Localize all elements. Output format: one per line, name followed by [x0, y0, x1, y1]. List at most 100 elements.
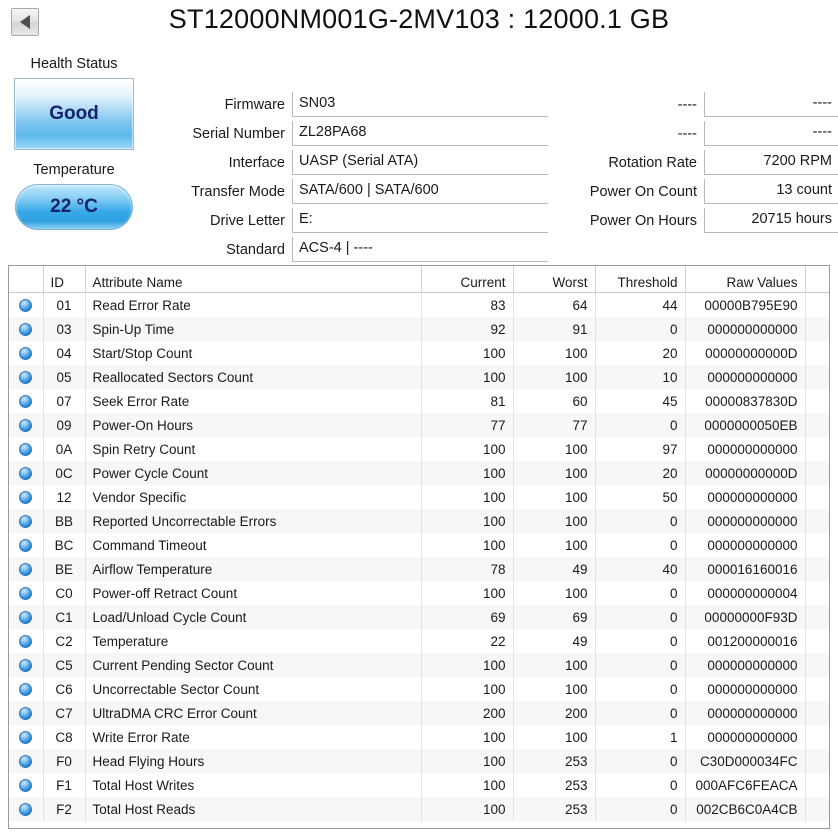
field-label-serial-number: Serial Number	[192, 126, 285, 142]
cell-id: F2	[43, 797, 86, 821]
blue-sphere-icon	[19, 635, 33, 649]
cell-id: C0	[43, 581, 86, 605]
cell-threshold: 0	[595, 629, 686, 653]
table-row[interactable]: C0 Power-off Retract Count 100 100 0 00000000…	[9, 581, 829, 605]
cell-current: 100	[421, 509, 514, 533]
cell-id: 05	[43, 365, 86, 389]
field-value-interface: UASP (Serial ATA)	[292, 150, 548, 175]
field-label-transfer-mode: Transfer Mode	[191, 184, 285, 200]
field-value-empty-2: ----	[704, 121, 838, 146]
health-status-value: Good	[49, 103, 99, 124]
cell-spacer	[805, 629, 829, 653]
info-row: Standard ACS-4 | ----	[148, 233, 548, 262]
table-row[interactable]: 12 Vendor Specific 100 100 50 000000000000	[9, 485, 829, 509]
table-row[interactable]: C8 Write Error Rate 100 100 1 000000000000	[9, 725, 829, 749]
field-value-transfer-mode: SATA/600 | SATA/600	[292, 179, 548, 204]
temperature-badge[interactable]: 22 °C	[15, 184, 133, 230]
cell-threshold: 0	[595, 317, 686, 341]
cell-threshold: 50	[595, 485, 686, 509]
table-row[interactable]: BC Command Timeout 100 100 0 000000000000	[9, 533, 829, 557]
cell-attribute-name: Reallocated Sectors Count	[85, 365, 422, 389]
cell-spacer	[805, 581, 829, 605]
table-row[interactable]: F0 Head Flying Hours 100 253 0 C30D000034FC	[9, 749, 829, 773]
column-header-attribute-name[interactable]: Attribute Name	[85, 266, 422, 293]
column-header-worst[interactable]: Worst	[513, 266, 596, 293]
blue-sphere-icon	[19, 683, 33, 697]
table-row[interactable]: C2 Temperature 22 49 0 001200000016	[9, 629, 829, 653]
column-header-id[interactable]: ID	[43, 266, 86, 293]
table-row[interactable]: 03 Spin-Up Time 92 91 0 000000000000	[9, 317, 829, 341]
cell-current: 100	[421, 437, 514, 461]
cell-worst: 64	[513, 292, 596, 317]
blue-sphere-icon	[19, 371, 33, 385]
table-row[interactable]: 04 Start/Stop Count 100 100 20 00000000000D	[9, 341, 829, 365]
smart-attributes-panel[interactable]: ID Attribute Name Current Worst Threshol…	[8, 265, 830, 829]
table-row[interactable]: C6 Uncorrectable Sector Count 100 100 0 00000…	[9, 677, 829, 701]
column-header-status[interactable]	[9, 266, 44, 293]
cell-threshold: 0	[595, 677, 686, 701]
field-label-firmware: Firmware	[224, 97, 285, 113]
cell-worst: 253	[513, 797, 596, 821]
cell-worst: 100	[513, 461, 596, 485]
table-row[interactable]: 09 Power-On Hours 77 77 0 0000000050EB	[9, 413, 829, 437]
table-row[interactable]: BB Reported Uncorrectable Errors 100 100 0 00…	[9, 509, 829, 533]
cell-threshold: 40	[595, 557, 686, 581]
cell-threshold: 44	[595, 292, 686, 317]
cell-spacer	[805, 605, 829, 629]
cell-attribute-name: Reported Uncorrectable Errors	[85, 509, 422, 533]
cell-raw-value: 000000000004	[685, 581, 806, 605]
field-value-firmware: SN03	[292, 92, 548, 117]
cell-current: 81	[421, 389, 514, 413]
cell-worst: 91	[513, 317, 596, 341]
table-row[interactable]: 0C Power Cycle Count 100 100 20 00000000000D	[9, 461, 829, 485]
cell-current: 69	[421, 605, 514, 629]
table-row[interactable]: F2 Total Host Reads 100 253 0 002CB6C0A4CB	[9, 797, 829, 821]
blue-sphere-icon	[19, 779, 33, 793]
blue-sphere-icon	[19, 299, 33, 313]
field-label-empty-2: ----	[677, 126, 697, 142]
cell-raw-value: 00000000000D	[685, 341, 806, 365]
cell-spacer	[805, 533, 829, 557]
table-row[interactable]: 0A Spin Retry Count 100 100 97 000000000000	[9, 437, 829, 461]
cell-raw-value: 002CB6C0A4CB	[685, 797, 806, 821]
table-row[interactable]: F1 Total Host Writes 100 253 0 000AFC6FEACA	[9, 773, 829, 797]
row-status-cell	[9, 317, 44, 341]
cell-worst: 253	[513, 749, 596, 773]
cell-worst: 100	[513, 725, 596, 749]
info-row: Firmware SN03	[148, 88, 548, 117]
column-header-spacer	[805, 266, 829, 293]
column-header-raw-values[interactable]: Raw Values	[685, 266, 806, 293]
cell-id: BC	[43, 533, 86, 557]
row-status-cell	[9, 629, 44, 653]
info-row: Power On Count 13 count	[556, 175, 838, 204]
cell-threshold: 10	[595, 365, 686, 389]
column-header-current[interactable]: Current	[421, 266, 514, 293]
table-row[interactable]: 05 Reallocated Sectors Count 100 100 10 00000…	[9, 365, 829, 389]
cell-threshold: 20	[595, 461, 686, 485]
cell-worst: 100	[513, 437, 596, 461]
table-row[interactable]: C1 Load/Unload Cycle Count 69 69 0 00000000F9…	[9, 605, 829, 629]
cell-attribute-name: Power-off Retract Count	[85, 581, 422, 605]
cell-id: C6	[43, 677, 86, 701]
row-status-cell	[9, 461, 44, 485]
cell-worst: 49	[513, 557, 596, 581]
cell-raw-value: 000000000000	[685, 485, 806, 509]
table-row[interactable]: 01 Read Error Rate 83 64 44 00000B795E90	[9, 292, 829, 317]
table-row[interactable]: BE Airflow Temperature 78 49 40 000016160016	[9, 557, 829, 581]
table-row[interactable]: C7 UltraDMA CRC Error Count 200 200 0 0000000…	[9, 701, 829, 725]
cell-raw-value: 001200000016	[685, 629, 806, 653]
cell-raw-value: 000000000000	[685, 677, 806, 701]
table-row[interactable]: C5 Current Pending Sector Count 100 100 0 000…	[9, 653, 829, 677]
cell-current: 100	[421, 533, 514, 557]
cell-threshold: 0	[595, 509, 686, 533]
cell-current: 200	[421, 701, 514, 725]
table-row[interactable]: 07 Seek Error Rate 81 60 45 00000837830D	[9, 389, 829, 413]
cell-spacer	[805, 725, 829, 749]
field-label-drive-letter: Drive Letter	[210, 213, 285, 229]
column-header-threshold[interactable]: Threshold	[595, 266, 686, 293]
cell-attribute-name: Power-On Hours	[85, 413, 422, 437]
cell-threshold: 0	[595, 749, 686, 773]
health-status-badge[interactable]: Good	[14, 78, 134, 150]
cell-attribute-name: Airflow Temperature	[85, 557, 422, 581]
cell-id: F1	[43, 773, 86, 797]
